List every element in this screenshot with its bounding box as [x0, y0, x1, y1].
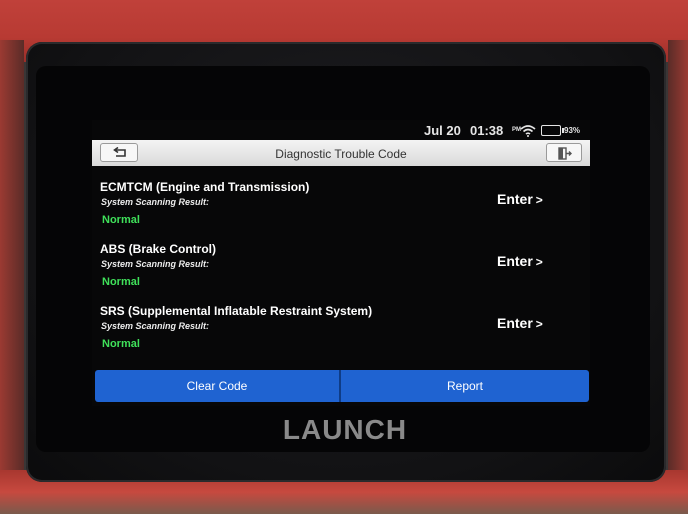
system-name: SRS (Supplemental Inflatable Restraint S… [100, 304, 373, 318]
status-bar: Jul 20 01:38 PM 93% [92, 120, 590, 140]
enter-button-srs[interactable]: Enter > [497, 315, 543, 331]
system-name: ECMTCM (Engine and Transmission) [100, 180, 310, 194]
system-item-abs: ABS (Brake Control) System Scanning Resu… [92, 242, 590, 302]
scan-result-status: Normal [102, 338, 140, 350]
status-date: Jul 20 [424, 123, 461, 138]
device-case-right [668, 40, 688, 480]
chevron-right-icon: > [535, 317, 543, 331]
enter-button-abs[interactable]: Enter > [497, 253, 543, 269]
enter-label: Enter [497, 315, 533, 331]
enter-button-ecmtcm[interactable]: Enter > [497, 191, 543, 207]
battery-icon [541, 125, 564, 136]
exit-button[interactable] [546, 143, 582, 162]
status-time: 01:38 [470, 123, 504, 138]
scan-result-status: Normal [102, 276, 140, 288]
scan-result-label: System Scanning Result: [101, 197, 210, 207]
bottom-action-bar: Clear Code Report [95, 370, 589, 402]
scan-result-label: System Scanning Result: [101, 321, 210, 331]
system-item-srs: SRS (Supplemental Inflatable Restraint S… [92, 304, 590, 364]
wifi-icon [520, 125, 536, 140]
clear-code-button[interactable]: Clear Code [95, 370, 339, 402]
page-title: Diagnostic Trouble Code [275, 147, 407, 161]
enter-label: Enter [497, 191, 533, 207]
device-case-left [0, 40, 24, 480]
system-item-ecmtcm: ECMTCM (Engine and Transmission) System … [92, 180, 590, 240]
title-bar: Diagnostic Trouble Code [92, 140, 590, 166]
app-screen: Jul 20 01:38 PM 93% Diagnostic Trouble C… [92, 120, 590, 406]
system-name: ABS (Brake Control) [100, 242, 217, 256]
report-button[interactable]: Report [341, 370, 589, 402]
battery-percentage: 93% [564, 126, 581, 135]
chevron-right-icon: > [535, 193, 543, 207]
enter-label: Enter [497, 253, 533, 269]
scan-result-label: System Scanning Result: [101, 259, 210, 269]
exit-door-icon [558, 147, 572, 160]
scan-result-status: Normal [102, 214, 140, 226]
launch-logo: LAUNCH [282, 414, 408, 445]
chevron-right-icon: > [535, 255, 543, 269]
